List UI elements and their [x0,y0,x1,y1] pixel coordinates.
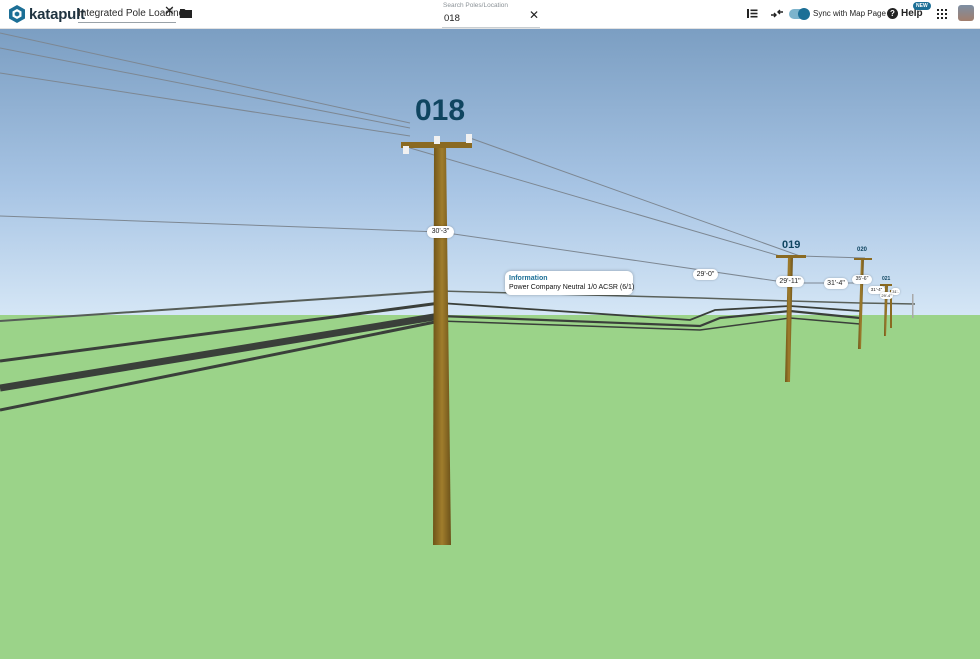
height-tag[interactable]: 29'-0" [693,269,718,280]
new-badge: NEW [913,2,931,10]
height-tag[interactable]: 30'-3" [427,226,454,238]
info-popup-title: Information [509,275,548,282]
apps-grid-icon[interactable] [937,9,947,19]
height-tag[interactable]: 31'-4" [824,278,848,289]
user-avatar[interactable] [958,5,974,21]
toggle-knob [798,8,810,20]
pole-label-021[interactable]: 021 [882,276,890,282]
info-popup[interactable]: Information Power Company Neutral 1/0 AC… [505,271,635,295]
height-tag[interactable]: 31'- [891,288,900,295]
info-popup-detail: Power Company Neutral 1/0 ACSR (6/1) [509,284,635,291]
pole-label-020[interactable]: 020 [857,247,867,253]
height-tag[interactable]: 35'-6" [852,275,872,284]
sky [0,28,980,318]
pole-label-018[interactable]: 018 [415,94,465,128]
close-icon[interactable]: ✕ [529,9,539,21]
pole-label-019[interactable]: 019 [782,239,800,251]
collapse-arrows-icon[interactable] [771,8,783,19]
help-circle-icon[interactable]: ? [887,8,898,19]
close-icon[interactable]: ✕ [164,4,175,18]
search-value: 018 [444,13,460,24]
list-sort-icon[interactable] [747,8,758,19]
katapult-logo-icon[interactable] [7,4,27,24]
sync-toggle[interactable] [789,8,810,20]
height-tag[interactable]: 29'-11" [776,276,804,287]
search-label: Search Poles/Location [443,2,509,9]
top-toolbar: katapult Integrated Pole Loading ✕ Searc… [0,0,980,29]
search-input[interactable]: Search Poles/Location 018 [442,0,540,28]
job-name-field[interactable]: Integrated Pole Loading [78,4,184,23]
brand-name[interactable]: katapult [29,6,85,23]
3d-viewport[interactable]: 018 019 020 021 30'-3" 29'-0" 29'-11" 31… [0,28,980,659]
folder-icon[interactable] [180,8,192,18]
sync-label: Sync with Map Page [813,9,886,18]
scene-canvas [0,28,980,659]
